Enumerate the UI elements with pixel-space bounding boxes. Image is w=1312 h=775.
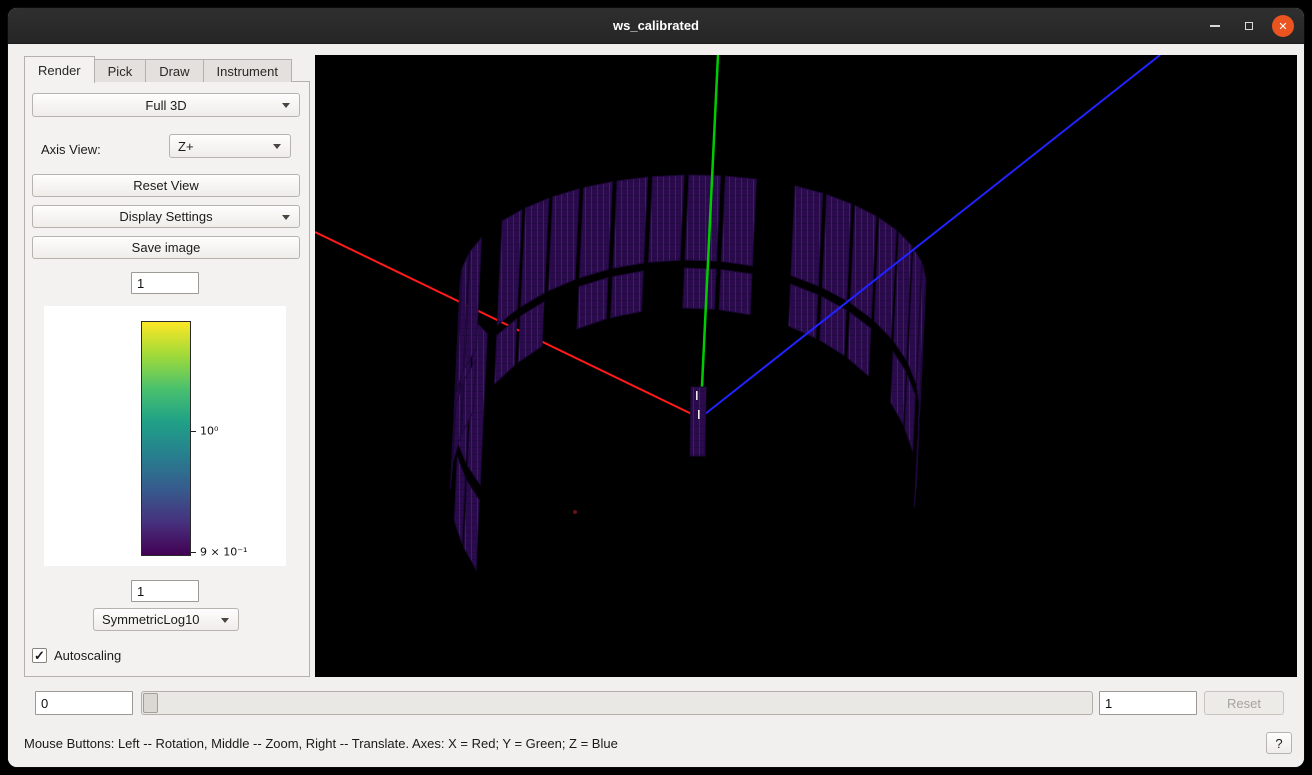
colorbar-tick-label: 10⁰ [200,424,218,437]
maximize-button[interactable] [1238,15,1260,37]
colorbar-tick-mark [191,431,196,432]
close-button[interactable] [1272,15,1294,37]
colorbar-min-input[interactable] [131,580,199,602]
main-window: ws_calibrated Render Pick Draw Instrumen… [8,8,1304,767]
chevron-down-icon [282,215,290,220]
window-titlebar[interactable]: ws_calibrated [8,8,1304,44]
chevron-down-icon [273,144,281,149]
origin-marker [696,391,698,400]
scale-type-select[interactable]: SymmetricLog10 [93,608,239,631]
display-settings-button[interactable]: Display Settings [32,205,300,228]
render-tab-pane: Full 3D Axis View: Z+ Reset View Display… [24,81,310,677]
integration-slider[interactable] [141,691,1093,715]
chevron-down-icon [221,618,229,623]
window-content: Render Pick Draw Instrument Full 3D Axis… [8,44,1304,767]
autoscaling-row: Autoscaling [32,648,121,663]
colorbar-max-input[interactable] [131,272,199,294]
scale-type-value: SymmetricLog10 [102,612,200,627]
axis-view-value: Z+ [178,139,194,154]
origin-marker [698,410,700,419]
detector-panels [450,175,926,570]
colorbar-panel: 10⁰ 9 × 10⁻¹ [44,306,286,566]
tab-render[interactable]: Render [24,56,95,83]
slider-handle[interactable] [143,693,158,713]
autoscaling-label: Autoscaling [54,648,121,663]
instrument-3d-scene [315,55,1297,677]
range-end-input[interactable] [1099,691,1197,715]
colorbar-tick-mark [191,552,196,553]
center-detector-panel [690,387,706,456]
display-settings-label: Display Settings [119,209,212,224]
window-title: ws_calibrated [613,18,699,33]
window-controls [1204,8,1294,44]
status-message: Mouse Buttons: Left -- Rotation, Middle … [24,736,618,751]
close-icon [1278,17,1287,35]
reset-range-button[interactable]: Reset [1204,691,1284,715]
maximize-icon [1245,22,1253,30]
minimize-icon [1210,25,1220,27]
stray-detector-dot [573,510,577,514]
instrument-3d-viewport[interactable] [315,55,1297,677]
colorbar-gradient[interactable] [141,321,191,556]
axis-view-label: Axis View: [41,138,101,162]
range-start-input[interactable] [35,691,133,715]
reset-view-button[interactable]: Reset View [32,174,300,197]
help-button[interactable]: ? [1266,732,1292,754]
tab-instrument[interactable]: Instrument [203,59,292,82]
minimize-button[interactable] [1204,15,1226,37]
tool-tabs: Render Pick Draw Instrument [24,56,291,83]
checkmark-icon [34,647,45,665]
colorbar-tick-label: 9 × 10⁻¹ [200,546,247,559]
autoscaling-checkbox[interactable] [32,648,47,663]
tab-draw[interactable]: Draw [145,59,203,82]
axis-view-select[interactable]: Z+ [169,134,291,158]
projection-select[interactable]: Full 3D [32,93,300,117]
projection-value: Full 3D [145,98,186,113]
save-image-button[interactable]: Save image [32,236,300,259]
tab-pick[interactable]: Pick [94,59,147,82]
z-axis-line [700,55,1160,418]
chevron-down-icon [282,103,290,108]
